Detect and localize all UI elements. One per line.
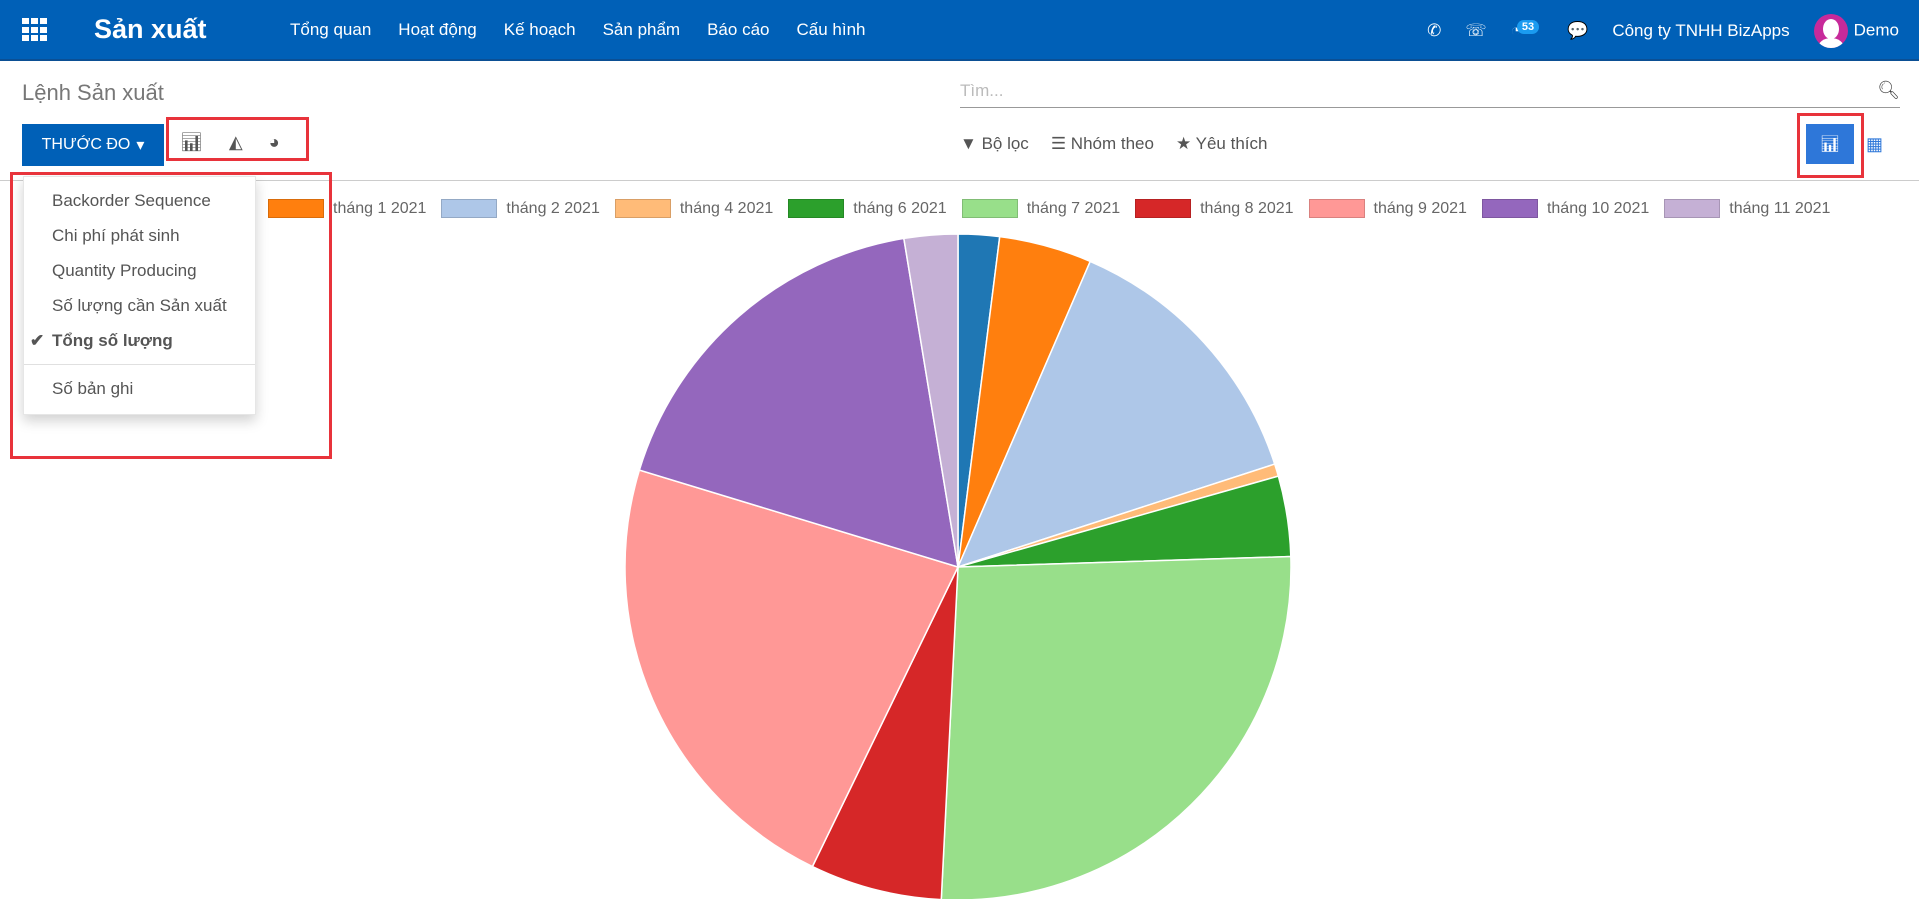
legend-item[interactable]: tháng 7 2021 bbox=[961, 199, 1121, 218]
legend-label: tháng 1 2021 bbox=[333, 199, 427, 217]
legend-item[interactable]: tháng 8 2021 bbox=[1135, 199, 1294, 218]
legend-label: tháng 11 2021 bbox=[1729, 199, 1831, 217]
legend-item[interactable]: tháng 4 2021 bbox=[614, 199, 774, 218]
legend-swatch bbox=[1308, 199, 1365, 218]
legend-swatch bbox=[961, 199, 1018, 218]
legend-swatch bbox=[614, 199, 671, 218]
legend-swatch bbox=[1664, 199, 1721, 218]
legend-swatch bbox=[1135, 199, 1192, 218]
legend-item[interactable]: tháng 9 2021 bbox=[1308, 199, 1467, 218]
legend-label: tháng 2 2021 bbox=[506, 199, 600, 217]
legend-label: tháng 6 2021 bbox=[853, 199, 947, 217]
highlight-box bbox=[10, 172, 332, 459]
legend-label: tháng 8 2021 bbox=[1200, 199, 1294, 217]
pie-slice-tháng-7-2021[interactable] bbox=[940, 555, 1292, 899]
legend-swatch bbox=[441, 199, 498, 218]
legend-label: tháng 10 2021 bbox=[1546, 199, 1650, 217]
legend-label: tháng 4 2021 bbox=[679, 199, 774, 217]
chart-legend: tháng 1 2021 tháng 2 2021 tháng 4 2021 thán… bbox=[268, 199, 1830, 218]
legend-item[interactable]: tháng 2 2021 bbox=[441, 199, 600, 218]
legend-item[interactable]: tháng 10 2021 bbox=[1481, 199, 1650, 218]
legend-swatch bbox=[788, 199, 845, 218]
legend-swatch bbox=[1481, 199, 1538, 218]
legend-item[interactable]: tháng 6 2021 bbox=[788, 199, 947, 218]
legend-item[interactable]: tháng 11 2021 bbox=[1664, 199, 1830, 218]
legend-label: tháng 9 2021 bbox=[1373, 199, 1467, 217]
legend-label: tháng 7 2021 bbox=[1026, 199, 1121, 217]
